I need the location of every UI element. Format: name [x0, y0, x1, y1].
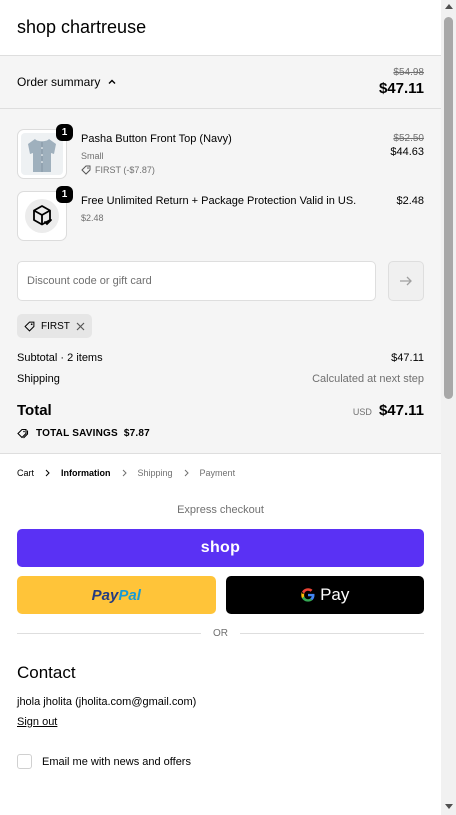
item-title: Free Unlimited Return + Package Protecti… [81, 195, 357, 207]
summary-body: 1 Pasha Button Front Top (Navy) Small FI… [0, 109, 441, 453]
applied-discount-chip: FIRST [17, 314, 92, 338]
currency-code: USD [352, 407, 372, 417]
tag-icon [81, 165, 91, 175]
discount-input[interactable]: Discount code or gift card [17, 261, 376, 301]
total-savings: TOTAL SAVINGS $7.87 [17, 428, 424, 439]
summary-total-group: $54.98 $47.11 [379, 67, 424, 97]
chevron-right-icon [122, 469, 127, 477]
paypal-logo-part2: Pal [118, 586, 141, 604]
item-info: Pasha Button Front Top (Navy) Small FIRS… [81, 129, 390, 175]
item-price: $52.50 $44.63 [390, 129, 424, 158]
shop-pay-button[interactable]: shop [17, 529, 424, 567]
contact-heading: Contact [17, 663, 76, 682]
vertical-scrollbar[interactable] [441, 0, 456, 815]
apply-discount-button[interactable] [388, 261, 424, 301]
breadcrumb-information: Information [61, 468, 111, 478]
total-label: Total [17, 402, 52, 419]
newsletter-checkbox[interactable] [17, 754, 32, 769]
total-row: Total USD $47.11 [17, 402, 424, 419]
item-info: Free Unlimited Return + Package Protecti… [81, 191, 396, 223]
shipping-row: Shipping Calculated at next step [17, 373, 424, 385]
chevron-right-icon [184, 469, 189, 477]
breadcrumb-cart[interactable]: Cart [17, 468, 34, 478]
applied-code: FIRST [41, 320, 70, 332]
product-thumbnail: 1 [17, 186, 73, 241]
item-variant: Small [81, 151, 104, 161]
subtotal-value: $47.11 [391, 352, 424, 364]
shop-pay-logo: shop [200, 539, 241, 556]
header: shop chartreuse [0, 0, 441, 56]
order-summary-label: Order summary [17, 75, 101, 89]
shipping-label: Shipping [17, 373, 60, 385]
original-total: $54.98 [393, 67, 424, 78]
tag-icon [24, 321, 35, 332]
divider-line [240, 633, 424, 634]
divider-line [17, 633, 201, 634]
order-summary: Order summary $54.98 $47.11 1 Pasha Butt… [0, 56, 441, 454]
newsletter-option[interactable]: Email me with news and offers [17, 754, 424, 769]
checkout-page: shop chartreuse Order summary $54.98 $47… [0, 0, 441, 815]
scrollbar-thumb[interactable] [444, 17, 453, 399]
product-thumbnail: 1 [17, 124, 73, 179]
paypal-logo-part1: Pay [91, 586, 119, 604]
line-item: 1 Free Unlimited Return + Package Protec… [17, 186, 424, 241]
toggle-label-group: Order summary [17, 75, 117, 89]
google-pay-button[interactable]: Pay [225, 576, 424, 614]
shop-name[interactable]: shop chartreuse [17, 17, 146, 38]
tags-icon [17, 428, 29, 439]
savings-label: TOTAL SAVINGS [36, 428, 118, 439]
order-summary-toggle[interactable]: Order summary $54.98 $47.11 [0, 56, 441, 109]
or-divider: OR [17, 628, 424, 639]
express-checkout-label: Express checkout [177, 504, 264, 516]
quantity-badge: 1 [56, 124, 73, 141]
payment-buttons-row: Pay Pal Pay [17, 576, 424, 614]
subtotal-row: Subtotal · 2 items $47.11 [17, 352, 424, 364]
breadcrumb-shipping: Shipping [137, 468, 173, 478]
line-item: 1 Pasha Button Front Top (Navy) Small FI… [17, 124, 424, 179]
item-price: $2.48 [396, 191, 424, 207]
close-icon[interactable] [76, 322, 85, 331]
savings-value: $7.87 [123, 428, 150, 439]
subtotal-label: Subtotal · 2 items [17, 352, 103, 364]
chevron-right-icon [45, 469, 50, 477]
scroll-down-arrow-icon[interactable] [445, 804, 453, 809]
summary-total: $47.11 [378, 80, 424, 97]
item-discount: FIRST (-$7.87) [81, 165, 390, 175]
item-discount-text: FIRST (-$7.87) [95, 165, 155, 175]
discount-row: Discount code or gift card [17, 261, 424, 301]
item-variant: $2.48 [81, 213, 104, 223]
sign-out-link[interactable]: Sign out [17, 716, 57, 728]
total-amount: $47.11 [378, 402, 424, 419]
item-final-price: $44.63 [390, 146, 424, 158]
google-pay-label: Pay [320, 585, 350, 604]
item-original-price: $52.50 [393, 133, 424, 144]
google-g-icon [301, 588, 315, 602]
arrow-right-icon [400, 276, 412, 286]
shipping-value: Calculated at next step [312, 373, 424, 385]
breadcrumb-payment: Payment [199, 468, 236, 478]
checkout-section: Cart Information Shipping Payment Expres… [0, 454, 441, 769]
breadcrumb: Cart Information Shipping Payment [17, 468, 424, 478]
chevron-up-icon [108, 79, 116, 84]
paypal-button[interactable]: Pay Pal [17, 576, 216, 614]
quantity-badge: 1 [56, 186, 73, 203]
or-label: OR [213, 628, 228, 639]
contact-info: jhola jholita (jholita.com@gmail.com) [17, 696, 197, 708]
item-final-price: $2.48 [396, 195, 424, 207]
item-title: Pasha Button Front Top (Navy) [81, 133, 232, 145]
newsletter-label: Email me with news and offers [42, 755, 191, 768]
scroll-up-arrow-icon[interactable] [445, 4, 453, 9]
total-value-group: USD $47.11 [353, 402, 424, 419]
